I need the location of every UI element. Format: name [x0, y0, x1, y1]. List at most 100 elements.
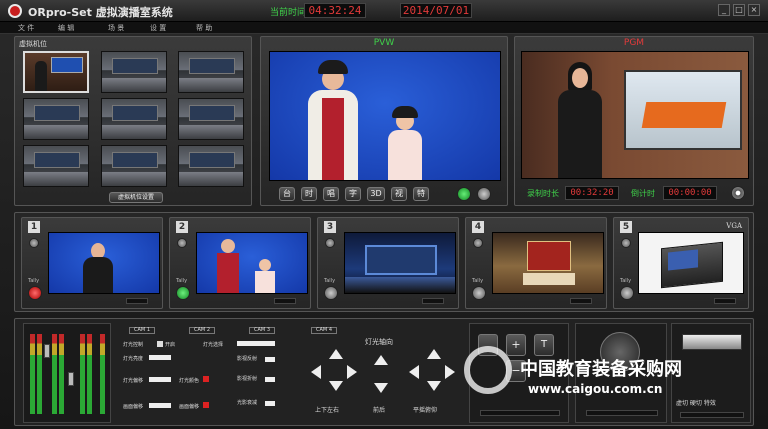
source-mini-bar[interactable] [422, 298, 444, 304]
forward-arrow-icon[interactable] [374, 355, 388, 365]
light-select-field[interactable] [237, 341, 275, 346]
source-screen [344, 232, 456, 294]
mid-label-1: 灯光颜色 [179, 378, 200, 384]
tally-label: Tally [176, 278, 188, 284]
source-mini-bar[interactable] [570, 298, 592, 304]
tally-light[interactable] [472, 286, 486, 300]
record-button[interactable] [731, 186, 745, 200]
minimize-button[interactable]: _ [718, 4, 730, 16]
pvw-btn-3d[interactable]: 3D [367, 187, 385, 201]
right-arrow-icon[interactable] [347, 365, 357, 379]
source-5[interactable]: 5 VGA Tally [613, 217, 749, 309]
countdown-time: 00:00:00 [663, 186, 717, 200]
source-mini-bar[interactable] [126, 298, 148, 304]
t-button[interactable]: T [534, 334, 554, 356]
source-settings-knob[interactable] [621, 238, 631, 248]
camera-thumb-8[interactable] [101, 145, 167, 187]
joystick-slider[interactable] [586, 410, 658, 416]
tally-light[interactable] [620, 286, 634, 300]
source-1[interactable]: 1 Tally [21, 217, 163, 309]
tilt-up-arrow-icon[interactable] [427, 349, 441, 359]
tally-light[interactable] [28, 286, 42, 300]
t-bar-handle[interactable] [682, 334, 742, 350]
source-4[interactable]: 4 Tally [465, 217, 607, 309]
camera-thumb-3[interactable] [178, 51, 244, 93]
virtual-set-backdrop [527, 241, 571, 271]
light-color-swatch[interactable] [203, 376, 209, 382]
right-field-4[interactable] [265, 401, 275, 406]
menu-settings[interactable]: 设 置 [150, 23, 166, 33]
cam-tab-3[interactable]: CAM 3 [249, 327, 275, 334]
clock-date: 2014/07/01 [400, 3, 472, 18]
backward-arrow-icon[interactable] [374, 383, 388, 393]
pan-left-arrow-icon[interactable] [409, 365, 419, 379]
transition-slider[interactable] [680, 412, 744, 418]
camera-thumb-1[interactable] [23, 51, 89, 93]
dir-label-1: 上下左右 [315, 407, 340, 414]
right-field-1[interactable] [265, 357, 275, 362]
maximize-button[interactable]: □ [733, 4, 745, 16]
pvw-btn-effect[interactable]: 特 [413, 187, 429, 201]
pvw-btn-shi[interactable]: 时 [301, 187, 317, 201]
source-3[interactable]: 3 Tally [317, 217, 459, 309]
source-settings-knob[interactable] [177, 238, 187, 248]
left-field-3[interactable] [149, 403, 171, 408]
pgm-title: PGM [623, 38, 645, 48]
source-2[interactable]: 2 Tally [169, 217, 311, 309]
camera-thumb-7[interactable] [23, 145, 89, 187]
close-button[interactable]: × [748, 4, 760, 16]
menu-edit[interactable]: 编 辑 [58, 23, 74, 33]
tally-light[interactable] [324, 286, 338, 300]
pvw-btn-chang[interactable]: 唱 [323, 187, 339, 201]
up-arrow-icon[interactable] [329, 349, 343, 359]
left-label-2: 灯光偏移 [123, 378, 144, 384]
menu-scene[interactable]: 场 景 [108, 23, 124, 33]
source-settings-knob[interactable] [29, 238, 39, 248]
watermark-url: www.caigou.com.cn [528, 382, 663, 396]
cam-tab-2[interactable]: CAM 2 [189, 327, 215, 334]
pvw-btn-zi[interactable]: 字 [345, 187, 361, 201]
countdown-label: 倒计时 [631, 189, 655, 198]
audio-meter [87, 334, 92, 414]
tally-light[interactable] [176, 286, 190, 300]
right-label-2: 影视折射 [237, 376, 258, 382]
camera-setting-button[interactable]: 虚拟机位设置 [109, 192, 163, 203]
source-settings-knob[interactable] [473, 238, 483, 248]
pvw-btn-video[interactable]: 视 [391, 187, 407, 201]
left-field-1[interactable] [149, 355, 171, 360]
studio-app: ORpro-Set 虚拟演播室系统 当前时间 04:32:24 2014/07/… [0, 0, 768, 429]
down-arrow-icon[interactable] [329, 381, 343, 391]
virtual-set-floor [345, 277, 455, 293]
tally-label: Tally [324, 278, 336, 284]
camera-thumb-2[interactable] [101, 51, 167, 93]
transition-label: 虚切 硬切 特效 [676, 400, 716, 407]
pan-right-arrow-icon[interactable] [445, 365, 455, 379]
source-mini-bar[interactable] [274, 298, 296, 304]
source-settings-knob[interactable] [325, 238, 335, 248]
camera-thumb-5[interactable] [101, 98, 167, 140]
offset-color-swatch[interactable] [203, 402, 209, 408]
left-arrow-icon[interactable] [311, 365, 321, 379]
left-label-1: 灯光亮度 [123, 356, 144, 362]
cam-tab-1[interactable]: CAM 1 [129, 327, 155, 334]
zoom-slider[interactable] [480, 410, 560, 416]
audio-fader[interactable] [68, 372, 74, 386]
camera-thumb-6[interactable] [178, 98, 244, 140]
camera-thumb-9[interactable] [178, 145, 244, 187]
menu-file[interactable]: 文 件 [18, 23, 34, 33]
pvw-green-button[interactable] [457, 187, 471, 201]
child-head [259, 259, 271, 271]
pvw-grey-button[interactable] [477, 187, 491, 201]
left-field-2[interactable] [149, 377, 171, 382]
pvw-btn-tai[interactable]: 台 [279, 187, 295, 201]
camera-thumb-4[interactable] [23, 98, 89, 140]
audio-fader[interactable] [44, 344, 50, 358]
source-mini-bar[interactable] [714, 298, 736, 304]
light-on-checkbox[interactable] [157, 341, 163, 347]
audio-meter [100, 334, 105, 414]
zoom-plus-button[interactable]: + [506, 334, 526, 356]
tilt-down-arrow-icon[interactable] [427, 381, 441, 391]
cam-tab-4[interactable]: CAM 4 [311, 327, 337, 334]
menu-help[interactable]: 帮 助 [196, 23, 212, 33]
right-field-2[interactable] [265, 377, 275, 382]
